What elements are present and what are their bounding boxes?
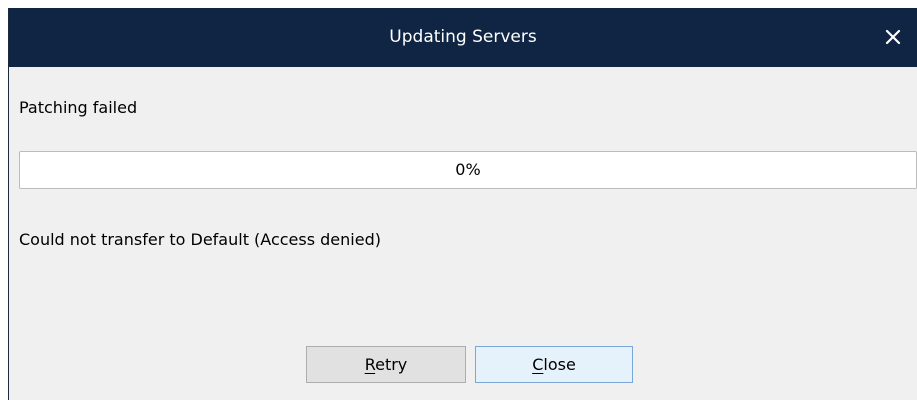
retry-button[interactable]: Retry <box>306 346 466 383</box>
updating-servers-dialog: Updating Servers Patching failed 0% Coul… <box>8 8 917 400</box>
progress-percent: 0% <box>455 160 481 179</box>
status-text: Patching failed <box>19 98 138 117</box>
retry-button-label: Retry <box>364 355 408 374</box>
error-message: Could not transfer to Default (Access de… <box>19 230 381 249</box>
title-bar[interactable]: Updating Servers <box>9 8 917 67</box>
close-button-label: Close <box>532 355 576 374</box>
close-button[interactable]: Close <box>475 346 633 383</box>
dialog-title: Updating Servers <box>389 27 537 47</box>
progress-bar: 0% <box>19 151 917 189</box>
close-icon[interactable] <box>881 25 905 49</box>
